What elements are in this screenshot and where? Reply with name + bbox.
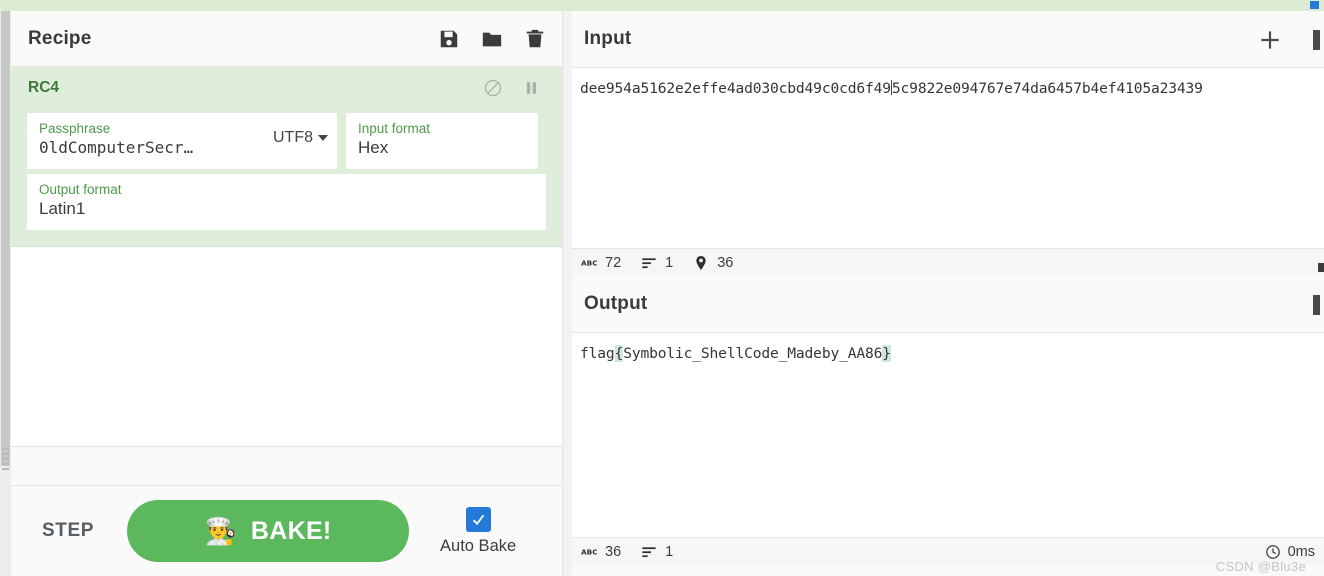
output-length-stat: ABC 36: [581, 544, 621, 560]
recipe-operation-rc4[interactable]: RC4 Passphrase 0ldComputerSecr… UTF8 Inp…: [11, 67, 562, 247]
output-text[interactable]: flag{Symbolic_ShellCode_Madeby_AA86}: [572, 333, 1324, 362]
auto-bake-checkbox[interactable]: [465, 506, 491, 532]
arg-input-format-value[interactable]: Hex: [358, 137, 528, 159]
bake-button[interactable]: 👨‍🍳 BAKE!: [127, 500, 410, 562]
output-editor[interactable]: flag{Symbolic_ShellCode_Madeby_AA86}: [572, 333, 1324, 536]
output-duration-value: 0ms: [1287, 543, 1315, 560]
recipe-pane: Recipe RC4 Passphrase 0ldComputerSecr… U…: [11, 11, 563, 576]
output-brace-close: }: [882, 345, 891, 362]
output-duration-stat: 0ms: [1265, 544, 1315, 560]
pause-icon[interactable]: [521, 78, 541, 98]
arg-input-format-label: Input format: [358, 121, 431, 136]
trash-icon[interactable]: [524, 28, 546, 50]
recipe-title: Recipe: [28, 27, 92, 49]
passphrase-encoding-value: UTF8: [273, 129, 313, 146]
input-position-value: 36: [717, 254, 734, 271]
input-text-before-cursor: dee954a5162e2effe4ad030cbd49c0cd6f49: [580, 80, 891, 97]
output-status-bar: ABC 36 1 0ms: [572, 537, 1324, 565]
input-lines-stat: 1: [641, 255, 673, 271]
operation-args-row-2: Output format Latin1: [11, 174, 562, 230]
output-header-actions: [1307, 276, 1324, 333]
lines-icon: [641, 255, 657, 271]
top-banner-indicator: [1310, 1, 1319, 9]
clock-icon: [1265, 544, 1281, 560]
output-length-value: 36: [605, 543, 622, 560]
svg-text:ABC: ABC: [581, 258, 597, 267]
input-text[interactable]: dee954a5162e2effe4ad030cbd49c0cd6f495c98…: [572, 68, 1324, 97]
copy-icon[interactable]: [1307, 293, 1320, 317]
input-lines-value: 1: [665, 254, 674, 271]
recipe-header: Recipe: [11, 11, 562, 67]
file-icon[interactable]: [1307, 28, 1320, 52]
input-title: Input: [584, 28, 632, 49]
input-header-actions: [1257, 11, 1324, 68]
svg-text:ABC: ABC: [581, 547, 597, 556]
arg-passphrase[interactable]: Passphrase 0ldComputerSecr… UTF8: [27, 113, 337, 169]
disable-icon[interactable]: [483, 78, 503, 98]
output-header: Output: [572, 276, 1324, 333]
input-status-bar: ABC 72 1 36: [572, 248, 1324, 276]
arg-output-format[interactable]: Output format Latin1: [27, 174, 546, 230]
chevron-down-icon: [318, 135, 328, 141]
abc-icon: ABC: [581, 255, 597, 271]
input-position-stat: 36: [693, 255, 733, 271]
cyberchef-window: Recipe RC4 Passphrase 0ldComputerSecr… U…: [0, 0, 1324, 576]
step-button[interactable]: STEP: [42, 520, 94, 542]
auto-bake-label: Auto Bake: [440, 536, 517, 555]
passphrase-encoding-select[interactable]: UTF8: [273, 129, 328, 147]
recipe-scrollbar[interactable]: [0, 11, 11, 576]
recipe-spacer: [11, 447, 562, 490]
arg-output-format-label: Output format: [39, 182, 122, 197]
folder-icon[interactable]: [481, 28, 503, 50]
lines-icon: [641, 544, 657, 560]
auto-bake-toggle[interactable]: Auto Bake: [440, 506, 517, 556]
recipe-scrollbar-thumb[interactable]: [1, 11, 10, 466]
map-pin-icon: [693, 255, 709, 271]
top-banner-strip: [0, 0, 1324, 11]
recipe-pane-resize-handle[interactable]: [2, 448, 9, 473]
plus-icon[interactable]: [1257, 27, 1283, 53]
recipe-header-actions: [438, 11, 546, 67]
output-lines-stat: 1: [641, 544, 673, 560]
chef-icon: 👨‍🍳: [204, 516, 237, 546]
output-title: Output: [584, 293, 648, 314]
pane-splitter-vertical[interactable]: [563, 11, 572, 576]
output-text-body: Symbolic_ShellCode_Madeby_AA86: [623, 345, 883, 362]
input-text-after-cursor: 5c9822e094767e74da6457b4ef4105a23439: [891, 80, 1203, 97]
abc-icon: ABC: [581, 544, 597, 560]
recipe-controls: STEP 👨‍🍳 BAKE! Auto Bake: [11, 485, 562, 576]
output-lines-value: 1: [665, 543, 674, 560]
operation-controls: [483, 67, 541, 108]
input-editor[interactable]: dee954a5162e2effe4ad030cbd49c0cd6f495c98…: [572, 68, 1324, 247]
arg-input-format[interactable]: Input format Hex: [346, 113, 538, 169]
io-column: Input dee954a5162e2effe4ad030cbd49c0cd6f…: [572, 11, 1324, 576]
bake-button-label: BAKE!: [250, 516, 332, 545]
operation-title-row: RC4: [11, 67, 562, 108]
input-length-value: 72: [605, 254, 622, 271]
output-brace-open: {: [614, 345, 624, 362]
input-header: Input: [572, 11, 1324, 68]
input-pane: Input dee954a5162e2effe4ad030cbd49c0cd6f…: [572, 11, 1324, 276]
input-length-stat: ABC 72: [581, 255, 621, 271]
recipe-drop-area[interactable]: [11, 247, 562, 446]
arg-output-format-value[interactable]: Latin1: [39, 198, 536, 220]
operation-name: RC4: [28, 78, 60, 96]
output-text-prefix: flag: [580, 345, 615, 362]
input-edge-marker: [1318, 263, 1324, 272]
output-pane: Output flag{Symbolic_ShellCode_Madeby_AA…: [572, 276, 1324, 565]
save-icon[interactable]: [438, 28, 460, 50]
operation-args-row-1: Passphrase 0ldComputerSecr… UTF8 Input f…: [11, 113, 562, 169]
